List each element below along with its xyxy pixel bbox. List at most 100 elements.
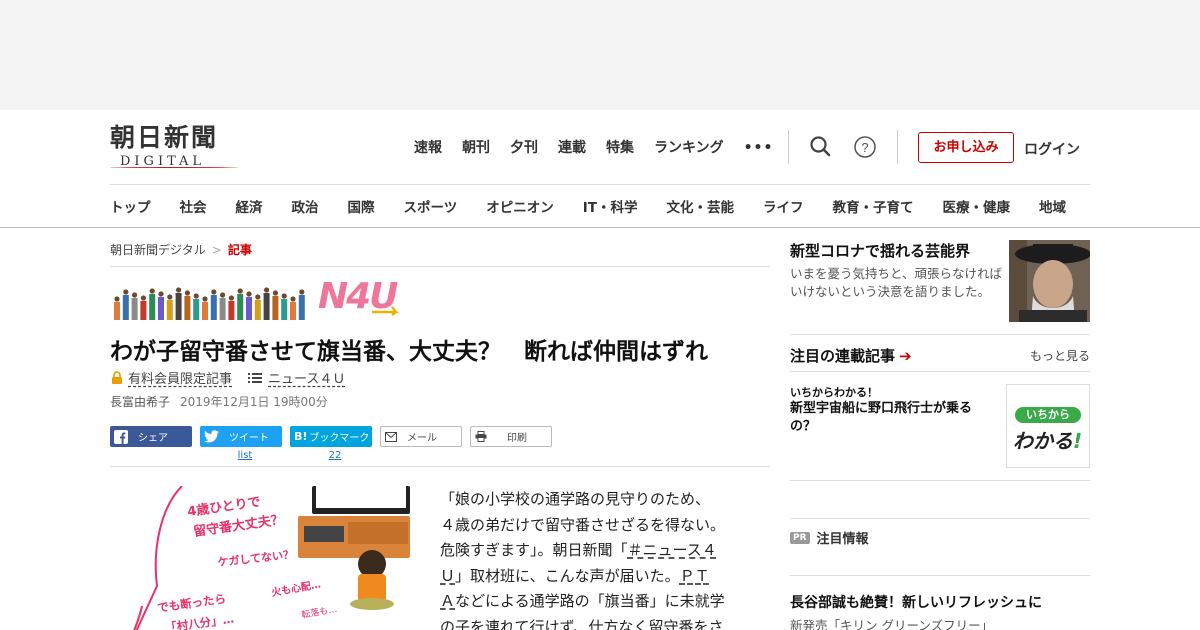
nav-evening[interactable]: 夕刊 [510,138,538,158]
body-text: などによる通学路の「旗当番」に未就学 [455,592,725,610]
login-link[interactable]: ログイン [1024,139,1080,159]
mail-icon [385,431,397,442]
promo-description[interactable]: いまを憂う気持ちと、頑張らなければいけないという決意を語りました。 [790,265,1002,301]
breadcrumb: 朝日新聞デジタル > 記事 [110,241,252,258]
person-figure [210,289,217,320]
breadcrumb-home[interactable]: 朝日新聞デジタル [110,243,206,257]
facebook-share-button[interactable]: シェア [110,426,192,447]
person-figure [254,294,261,320]
section-sports[interactable]: スポーツ [404,196,458,216]
logo-swoosh [110,167,238,169]
series-link[interactable]: ニュース４Ｕ [268,368,345,387]
pta-link[interactable]: ＰＴ [680,567,710,585]
section-politics[interactable]: 政治 [292,196,319,216]
nav-features[interactable]: 特集 [606,138,634,158]
print-button[interactable]: 印刷 [470,426,552,447]
illust-text-3: ケガしてない？ [217,547,295,569]
body-line: の子を連れて行けず、仕方なく留守番をさ [440,617,724,630]
person-figure [131,292,138,320]
badge-bottom: わかる! [1013,425,1082,454]
site-logo[interactable]: 朝日新聞 DIGITAL [110,124,240,169]
facebook-icon [114,429,128,444]
promo-title[interactable]: 新型コロナで揺れる芸能界 [790,240,970,261]
share-buttons: シェア ツイート list B! ブックマーク 22 メール 印刷 [110,426,552,461]
section-life[interactable]: ライフ [763,196,804,216]
list-icon [248,372,263,383]
series-article-title[interactable]: 新型宇宙船に野口飛行士が乗るの？ [790,400,995,436]
person-figure [219,292,226,320]
section-opinion[interactable]: オピニオン [486,196,554,216]
section-it-science[interactable]: IT・科学 [583,196,638,216]
byline: 長富由希子 2019年12月1日 19時00分 [110,393,328,410]
divider [788,130,789,164]
nav-breaking[interactable]: 速報 [414,138,442,158]
divider [790,480,1090,481]
arrow-right-icon: ➔ [899,347,912,365]
site-header: 朝日新聞 DIGITAL 速報 朝刊 夕刊 連載 特集 ランキング ••• ? … [0,110,1200,228]
person-figure [237,288,244,320]
badge-top: いちから [1015,407,1081,423]
publish-date: 2019年12月1日 19時00分 [180,395,328,409]
top-nav: 速報 朝刊 夕刊 連載 特集 ランキング ••• [414,138,773,158]
promo-photo[interactable] [1009,240,1090,322]
see-more-link[interactable]: もっと見る [1030,347,1090,364]
person-figure [158,291,164,320]
person-figure [281,293,288,320]
person-figure [114,296,120,320]
section-local[interactable]: 地域 [1039,196,1066,216]
ichikara-wakaru-badge[interactable]: いちから わかる! [1006,384,1090,468]
section-education[interactable]: 教育・子育て [832,196,913,216]
section-top[interactable]: トップ [110,196,151,216]
mail-share-button[interactable]: メール [380,426,462,447]
person-figure [184,290,191,320]
signup-button[interactable]: お申し込み [918,132,1014,163]
help-icon[interactable]: ? [853,134,879,160]
section-society[interactable]: 社会 [180,196,207,216]
twitter-count[interactable]: list [204,450,286,461]
badge-bottom-text: わかる [1013,429,1073,453]
pr-article-subtitle[interactable]: 新発売「キリン グリーンズフリー」 [790,615,993,630]
news4u-banner[interactable]: N4U [110,276,410,322]
nav-series[interactable]: 連載 [558,138,586,158]
print-label: 印刷 [507,433,527,444]
person-figure [175,287,182,320]
series-kicker: いちからわかる！ [790,386,878,399]
section-health[interactable]: 医療・健康 [942,196,1010,216]
illust-text-4: 火も心配… [270,578,321,599]
more-icon[interactable]: ••• [744,138,774,158]
article-illustration[interactable]: 4歳ひとりで 留守番大丈夫？ ケガしてない？ 火も心配… 転落も… でも断ったら… [122,486,410,630]
divider [790,371,1090,372]
section-economy[interactable]: 経済 [236,196,263,216]
lock-icon [112,370,122,384]
members-only-link[interactable]: 有料会員限定記事 [128,368,232,387]
featured-series-heading[interactable]: 注目の連載記事 ➔ [790,345,912,366]
body-line: ４歳の弟だけで留守番させざるを得ない。 [440,515,726,534]
nav-ranking[interactable]: ランキング [654,138,724,158]
person-figure [228,295,235,320]
section-nav: トップ 社会 経済 政治 国際 スポーツ オピニオン IT・科学 文化・芸能 ラ… [110,196,1100,216]
person-figure [166,294,173,320]
search-icon[interactable] [808,134,834,160]
hashtag-link[interactable]: ＃ニュース４ [628,541,717,559]
person-figure [140,295,147,320]
article-headline: わが子留守番させて旗当番、大丈夫？ 断れば仲間はずれ [110,339,708,365]
body-text: 危険すぎます」。朝日新聞「 [440,541,628,559]
illust-text-6: でも断ったら [156,592,226,615]
hatena-bookmark-button[interactable]: B! ブックマーク 22 [290,426,372,461]
nav-morning[interactable]: 朝刊 [462,138,490,158]
hatena-count[interactable]: 22 [294,450,376,461]
pr-heading-label: 注目情報 [816,532,869,547]
section-culture[interactable]: 文化・芸能 [666,196,734,216]
illust-text-7: 「村八分」… [164,612,234,630]
pr-article-title[interactable]: 長谷部誠も絶賛！新しいリフレッシュに [790,592,1042,612]
logo-main-text: 朝日新聞 [110,123,219,152]
mail-label: メール [407,433,437,444]
section-international[interactable]: 国際 [348,196,375,216]
twitter-share-button[interactable]: ツイート list [200,426,282,461]
print-icon [475,431,487,442]
breadcrumb-separator: > [211,243,222,257]
hashtag-link-tail[interactable]: Ｕ [440,567,455,585]
pr-badge: PR [790,531,810,544]
pta-link-tail[interactable]: Ａ [440,592,455,610]
person-figure [298,289,305,320]
